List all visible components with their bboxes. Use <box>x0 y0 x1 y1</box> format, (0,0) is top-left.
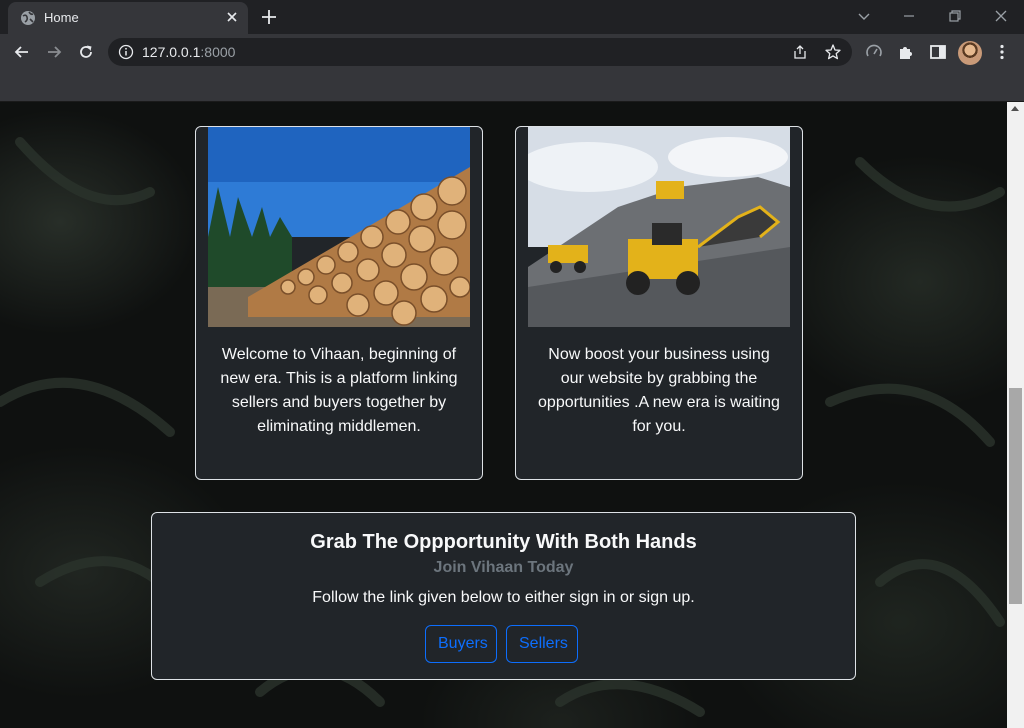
performance-icon[interactable] <box>864 42 884 62</box>
timber-logs-image <box>208 127 470 327</box>
info-icon[interactable] <box>118 44 134 60</box>
address-bar[interactable]: 127.0.0.1:8000 <box>108 38 852 66</box>
tab-strip: Home <box>0 0 1024 34</box>
avatar[interactable] <box>958 41 982 65</box>
signup-panel-text: Follow the link given below to either si… <box>312 589 695 606</box>
signup-panel-subtitle: Join Vihaan Today <box>433 559 574 576</box>
tab-home[interactable]: Home <box>8 2 248 34</box>
plus-icon[interactable] <box>260 8 278 26</box>
sellers-button[interactable]: Sellers <box>506 625 578 663</box>
signup-panel: Grab The Oppportunity With Both Hands Jo… <box>151 512 856 680</box>
close-icon[interactable] <box>224 9 240 25</box>
menu-icon[interactable] <box>992 42 1012 62</box>
scrollbar-thumb[interactable] <box>1009 388 1022 604</box>
intro-card: Welcome to Vihaan, beginning of new era.… <box>195 126 483 480</box>
star-icon[interactable] <box>824 43 842 61</box>
url-text: 127.0.0.1:8000 <box>142 44 236 60</box>
intro-card-text: Welcome to Vihaan, beginning of new era.… <box>220 346 458 435</box>
minimize-icon[interactable] <box>899 6 919 26</box>
page-viewport: Welcome to Vihaan, beginning of new era.… <box>0 70 1024 728</box>
reload-icon[interactable] <box>76 42 96 62</box>
buyers-button[interactable]: Buyers <box>425 625 497 663</box>
back-icon[interactable] <box>12 42 32 62</box>
chevron-down-icon[interactable] <box>854 6 874 26</box>
page-scrollbar[interactable] <box>1007 102 1024 728</box>
extensions-icon[interactable] <box>896 42 916 62</box>
business-card: Now boost your business using our websit… <box>515 126 803 480</box>
restore-icon[interactable] <box>945 6 965 26</box>
tab-title: Home <box>44 10 79 25</box>
page-top-band <box>0 70 1024 102</box>
side-panel-icon[interactable] <box>928 42 948 62</box>
construction-loader-image <box>528 127 790 327</box>
business-card-text: Now boost your business using our websit… <box>538 346 780 435</box>
signup-panel-title: Grab The Oppportunity With Both Hands <box>310 531 697 553</box>
window-close-icon[interactable] <box>991 6 1011 26</box>
globe-icon <box>21 11 35 25</box>
page-body: Welcome to Vihaan, beginning of new era.… <box>0 102 1007 728</box>
forward-icon[interactable] <box>44 42 64 62</box>
browser-toolbar: 127.0.0.1:8000 <box>0 34 1024 70</box>
share-icon[interactable] <box>792 44 808 60</box>
scroll-up-arrow-icon[interactable] <box>1011 106 1019 111</box>
